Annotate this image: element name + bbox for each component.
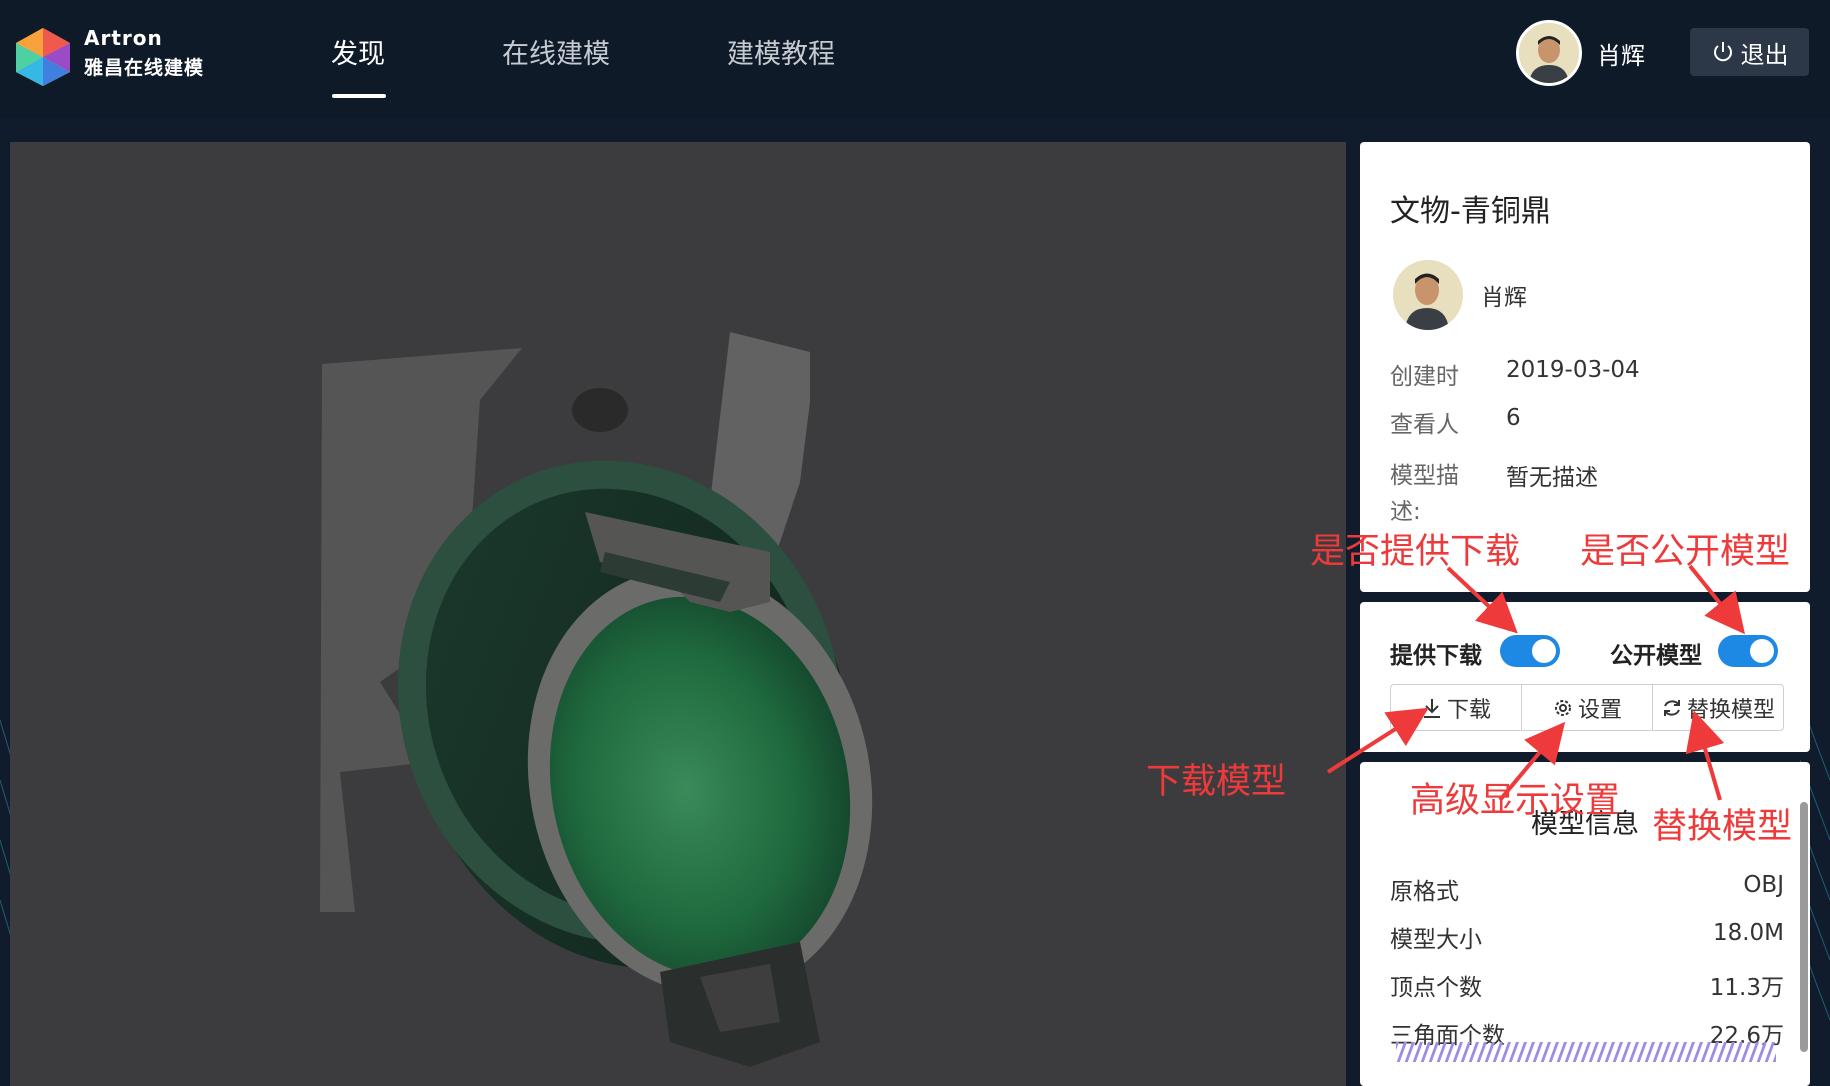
user-avatar[interactable] xyxy=(1516,20,1582,86)
brand-name-en: Artron xyxy=(84,26,163,50)
created-label: 创建时 xyxy=(1390,364,1459,390)
download-icon xyxy=(1423,698,1440,718)
top-header: Artron 雅昌在线建模 发现 在线建模 建模教程 肖辉 退出 xyxy=(0,0,1830,118)
user-name[interactable]: 肖辉 xyxy=(1597,36,1645,71)
spec-value: OBJ xyxy=(1743,872,1784,898)
action-button-group: 下载 设置 替换模型 xyxy=(1390,684,1784,731)
public-model-label: 公开模型 xyxy=(1610,643,1702,669)
settings-label: 设置 xyxy=(1577,697,1622,723)
annotation-public-model: 是否公开模型 xyxy=(1580,532,1791,572)
toggle-knob xyxy=(1750,639,1774,663)
bronze-ding-model-render xyxy=(320,332,873,1067)
spec-label: 顶点个数 xyxy=(1390,975,1482,1001)
model-viewer-canvas[interactable] xyxy=(10,142,1346,1086)
logout-button[interactable]: 退出 xyxy=(1690,28,1809,76)
loading-stripes xyxy=(1396,1042,1776,1062)
description-value: 暂无描述 xyxy=(1506,465,1598,491)
spec-value: 11.3万 xyxy=(1709,975,1784,1001)
download-label: 下载 xyxy=(1446,697,1491,723)
spec-value: 18.0M xyxy=(1712,920,1784,946)
nav-discover[interactable]: 发现 xyxy=(331,32,385,71)
author-name[interactable]: 肖辉 xyxy=(1481,278,1527,312)
spec-label: 原格式 xyxy=(1390,879,1459,905)
replace-model-button[interactable]: 替换模型 xyxy=(1653,685,1783,730)
spec-row: 原格式 OBJ xyxy=(1390,872,1784,906)
toggle-knob xyxy=(1532,639,1556,663)
public-model-toggle[interactable] xyxy=(1718,635,1778,667)
provide-download-label: 提供下载 xyxy=(1390,643,1482,669)
replace-model-label: 替换模型 xyxy=(1686,697,1775,723)
annotation-provide-download: 是否提供下载 xyxy=(1310,532,1521,572)
nav-modeling-tutorial[interactable]: 建模教程 xyxy=(727,32,835,71)
download-button[interactable]: 下载 xyxy=(1391,685,1522,730)
logout-label: 退出 xyxy=(1740,40,1789,69)
provide-download-toggle[interactable] xyxy=(1500,635,1560,667)
created-value: 2019-03-04 xyxy=(1506,357,1640,383)
spec-label: 模型大小 xyxy=(1390,927,1482,953)
nav-active-indicator xyxy=(332,94,386,98)
viewers-label: 查看人 xyxy=(1390,412,1459,438)
model-title: 文物-青铜鼎 xyxy=(1390,194,1551,229)
power-icon xyxy=(1713,42,1732,62)
refresh-icon xyxy=(1663,699,1680,716)
specs-scrollbar[interactable] xyxy=(1800,802,1808,1052)
description-label: 模型描 述: xyxy=(1390,463,1459,525)
annotation-download-model: 下载模型 xyxy=(1146,762,1287,802)
brand-name-cn: 雅昌在线建模 xyxy=(84,57,205,79)
author-avatar[interactable] xyxy=(1393,260,1463,330)
annotation-advanced-display: 高级显示设置 xyxy=(1410,781,1621,821)
annotation-replace-model: 替换模型 xyxy=(1652,807,1793,847)
spec-row: 模型大小 18.0M xyxy=(1390,920,1784,954)
settings-button[interactable]: 设置 xyxy=(1522,685,1653,730)
spec-row: 顶点个数 11.3万 xyxy=(1390,968,1784,1002)
gear-icon xyxy=(1554,699,1571,716)
model-actions-panel: 提供下载 公开模型 下载 设置 替换模型 xyxy=(1360,602,1810,752)
nav-online-modeling[interactable]: 在线建模 xyxy=(502,32,610,71)
artron-logo-icon[interactable] xyxy=(12,26,74,88)
viewers-value: 6 xyxy=(1506,405,1521,431)
